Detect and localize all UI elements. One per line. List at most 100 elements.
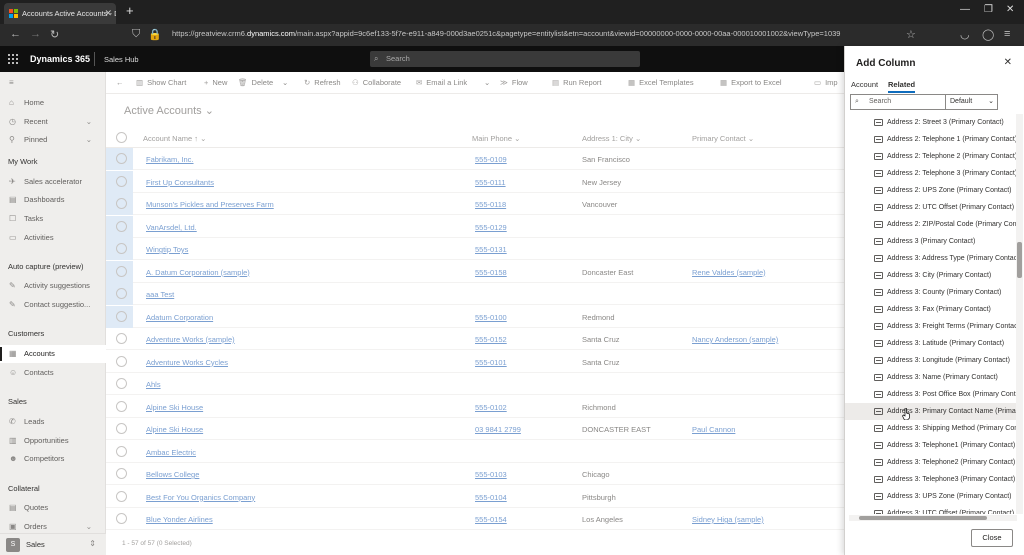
- column-option[interactable]: Address 3: UPS Zone (Primary Contact): [845, 488, 1017, 505]
- app-launcher-icon[interactable]: [8, 54, 18, 64]
- new-tab-icon[interactable]: +: [126, 3, 134, 18]
- window-close-icon[interactable]: ✕: [1006, 4, 1014, 15]
- url-field[interactable]: https://greatview.crm6.dynamics.com/main…: [172, 29, 840, 38]
- column-filter-select[interactable]: Default ⌄: [945, 94, 998, 110]
- table-row[interactable]: Ambac Electric: [106, 441, 844, 463]
- pocket-icon[interactable]: ◡: [960, 28, 970, 41]
- column-header-account-name[interactable]: Account Name ↑ ⌄: [143, 134, 206, 143]
- main-phone-link[interactable]: 555-0104: [475, 493, 507, 502]
- sidebar-item-dashboards[interactable]: ▤ Dashboards: [0, 191, 106, 209]
- excel-templates-button[interactable]: ▦ Excel Templates: [628, 78, 694, 87]
- column-search-input[interactable]: ⌕ Search: [850, 94, 946, 110]
- collaborate-button[interactable]: ⚇ Collaborate: [352, 78, 401, 87]
- row-checkbox[interactable]: [116, 490, 127, 502]
- sidebar-item-pinned[interactable]: ⚲ Pinned ⌄: [0, 131, 106, 149]
- sidebar-item-competitors[interactable]: ☻ Competitors: [0, 450, 106, 468]
- column-option[interactable]: Address 3: Shipping Method (Primary Cont…: [845, 420, 1017, 437]
- account-name-link[interactable]: Alpine Ski House: [146, 403, 203, 412]
- column-option[interactable]: Address 2: UTC Offset (Primary Contact): [845, 199, 1017, 216]
- export-excel-button[interactable]: ▦ Export to Excel: [720, 78, 782, 87]
- row-checkbox[interactable]: [116, 310, 127, 322]
- primary-contact-link[interactable]: Rene Valdes (sample): [692, 268, 766, 277]
- row-checkbox[interactable]: [116, 468, 127, 479]
- back-icon[interactable]: ←: [10, 28, 21, 40]
- primary-contact-link[interactable]: Sidney Higa (sample): [692, 515, 764, 524]
- close-icon[interactable]: ✕: [1004, 57, 1012, 68]
- account-name-link[interactable]: Ahls: [146, 380, 161, 389]
- select-all-checkbox[interactable]: [116, 132, 127, 143]
- account-name-link[interactable]: Munson's Pickles and Preserves Farm: [146, 200, 274, 209]
- account-name-link[interactable]: Blue Yonder Airlines: [146, 515, 213, 524]
- table-row[interactable]: Fabrikam, Inc. 555-0109 San Francisco: [106, 148, 844, 170]
- vertical-scrollbar[interactable]: [1016, 114, 1023, 514]
- row-checkbox[interactable]: [116, 333, 127, 344]
- browser-tab[interactable]: Accounts Active Accounts - Dy ✕: [4, 3, 116, 24]
- main-phone-link[interactable]: 555-0109: [475, 155, 507, 164]
- account-name-link[interactable]: Adatum Corporation: [146, 313, 213, 322]
- row-checkbox[interactable]: [116, 400, 127, 412]
- main-phone-link[interactable]: 555-0158: [475, 268, 507, 277]
- sidebar-item-tasks[interactable]: ☐ Tasks: [0, 210, 106, 228]
- tab-account[interactable]: Account: [851, 80, 878, 89]
- import-button[interactable]: ▭ Imp: [814, 78, 838, 87]
- scrollbar-thumb[interactable]: [859, 516, 987, 520]
- column-header-primary-contact[interactable]: Primary Contact ⌄: [692, 134, 754, 143]
- main-phone-link[interactable]: 555-0103: [475, 470, 507, 479]
- main-phone-link[interactable]: 03 9841 2799: [475, 425, 521, 434]
- row-checkbox[interactable]: [116, 243, 127, 254]
- sidebar-item-quotes[interactable]: ▤ Quotes: [0, 499, 106, 517]
- area-switcher[interactable]: S Sales ⇕: [0, 533, 106, 555]
- run-report-button[interactable]: ▤ Run Report: [552, 78, 601, 87]
- sub-app-name[interactable]: Sales Hub: [104, 55, 139, 64]
- dropdown-caret-icon[interactable]: ⌄: [484, 78, 490, 87]
- row-checkbox[interactable]: [116, 265, 127, 277]
- column-option[interactable]: Address 3: Latitude (Primary Contact): [845, 335, 1017, 352]
- column-option[interactable]: Address 3: Address Type (Primary Contact…: [845, 250, 1017, 267]
- sidebar-item-accounts[interactable]: ▦ Accounts: [0, 345, 106, 363]
- reload-icon[interactable]: ↻: [50, 28, 59, 41]
- flow-button[interactable]: ≫ Flow: [500, 78, 528, 87]
- main-phone-link[interactable]: 555-0102: [475, 403, 507, 412]
- table-row[interactable]: Alpine Ski House 03 9841 2799 DONCASTER EA…: [106, 418, 844, 440]
- table-row[interactable]: Best For You Organics Company 555-0104 Pit…: [106, 486, 844, 508]
- account-name-link[interactable]: A. Datum Corporation (sample): [146, 268, 250, 277]
- sidebar-item-recent[interactable]: ◷ Recent ⌄: [0, 113, 106, 131]
- column-option[interactable]: Address 3: UTC Offset (Primary Contact): [845, 505, 1017, 514]
- row-checkbox[interactable]: [116, 220, 127, 232]
- main-phone-link[interactable]: 555-0129: [475, 223, 507, 232]
- sidebar-item-home[interactable]: ⌂ Home: [0, 94, 106, 112]
- scrollbar-thumb[interactable]: [1017, 242, 1022, 278]
- column-option[interactable]: Address 3: County (Primary Contact): [845, 284, 1017, 301]
- column-option[interactable]: Address 3: Fax (Primary Contact): [845, 301, 1017, 318]
- column-option[interactable]: Address 2: Telephone 1 (Primary Contact): [845, 131, 1017, 148]
- column-header-city[interactable]: Address 1: City ⌄: [582, 134, 641, 143]
- row-checkbox[interactable]: [116, 288, 127, 299]
- column-option[interactable]: Address 3: Telephone2 (Primary Contact): [845, 454, 1017, 471]
- main-phone-link[interactable]: 555-0100: [475, 313, 507, 322]
- column-option[interactable]: Address 3: Longitude (Primary Contact): [845, 352, 1017, 369]
- column-option[interactable]: Address 3: Telephone1 (Primary Contact): [845, 437, 1017, 454]
- table-row[interactable]: A. Datum Corporation (sample) 555-0158 Don…: [106, 260, 844, 283]
- column-header-main-phone[interactable]: Main Phone ⌄: [472, 134, 520, 143]
- table-row[interactable]: Adatum Corporation 555-0100 Redmond: [106, 305, 844, 328]
- row-checkbox[interactable]: [116, 153, 127, 164]
- email-link-button[interactable]: ✉ Email a Link: [416, 78, 467, 87]
- app-name[interactable]: Dynamics 365: [30, 54, 90, 64]
- sidebar-item-activity-suggestions[interactable]: ✎ Activity suggestions: [0, 277, 106, 295]
- forward-icon[interactable]: →: [30, 28, 41, 40]
- column-option[interactable]: Address 3: Primary Contact Name (Primary…: [845, 403, 1017, 420]
- table-row[interactable]: Adventure Works Cycles 555-0101 Santa Cruz: [106, 351, 844, 373]
- sidebar-item-contact-suggestions[interactable]: ✎ Contact suggestio...: [0, 296, 106, 314]
- lock-icon[interactable]: 🔒: [148, 28, 162, 41]
- delete-button[interactable]: 🗑 Delete: [238, 78, 273, 87]
- table-row[interactable]: Wingtip Toys 555-0131: [106, 238, 844, 260]
- tab-related[interactable]: Related: [888, 80, 916, 93]
- account-name-link[interactable]: Best For You Organics Company: [146, 493, 255, 502]
- hamburger-menu[interactable]: ≡: [0, 74, 106, 92]
- column-option[interactable]: Address 2: Telephone 3 (Primary Contact): [845, 165, 1017, 182]
- row-checkbox[interactable]: [116, 445, 127, 457]
- main-phone-link[interactable]: 555-0152: [475, 335, 507, 344]
- column-option[interactable]: Address 3 (Primary Contact): [845, 233, 1017, 250]
- column-option[interactable]: Address 2: Telephone 2 (Primary Contact): [845, 148, 1017, 165]
- table-row[interactable]: Alpine Ski House 555-0102 Richmond: [106, 396, 844, 418]
